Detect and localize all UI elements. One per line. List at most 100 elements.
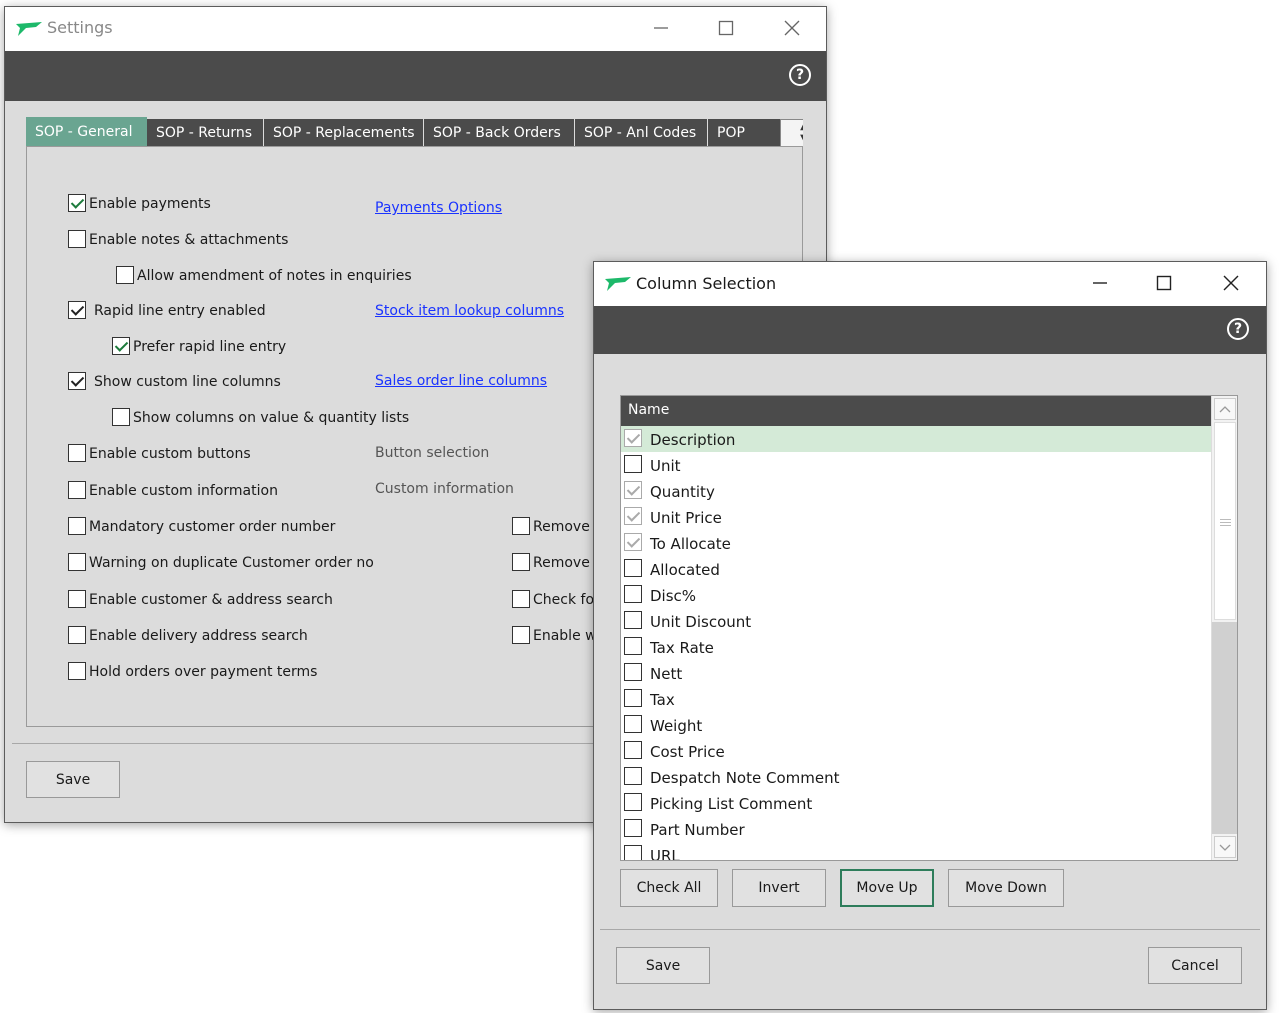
option-show-custom-line-columns[interactable]: Show custom line columns xyxy=(68,371,281,393)
checkbox[interactable] xyxy=(68,371,86,390)
checkbox[interactable] xyxy=(624,611,642,629)
checkbox[interactable] xyxy=(68,443,86,462)
option-enable-notes-attachments[interactable]: Enable notes & attachments xyxy=(68,229,288,251)
checkbox[interactable] xyxy=(624,819,642,837)
checkbox[interactable] xyxy=(624,845,642,860)
option-enable-customer-address-search[interactable]: Enable customer & address search xyxy=(68,589,333,611)
option-remove-2[interactable]: Remove xyxy=(512,552,590,574)
checkbox[interactable] xyxy=(624,637,642,655)
checkbox[interactable] xyxy=(624,559,642,577)
checkbox[interactable] xyxy=(68,193,86,212)
stock-item-lookup-columns-link[interactable]: Stock item lookup columns xyxy=(375,303,564,319)
tab-pop[interactable]: POP xyxy=(708,119,780,147)
checkbox[interactable] xyxy=(68,480,86,499)
chevron-up-icon[interactable]: ▲ xyxy=(781,121,803,133)
move-up-button[interactable]: Move Up xyxy=(840,869,934,907)
checkbox[interactable] xyxy=(68,516,86,535)
tab-sop-returns[interactable]: SOP - Returns xyxy=(147,119,263,147)
list-item[interactable]: Cost Price xyxy=(621,738,1211,764)
checkbox[interactable] xyxy=(624,741,642,759)
option-mandatory-customer-order-number[interactable]: Mandatory customer order number xyxy=(68,516,335,538)
checkbox[interactable] xyxy=(512,625,530,644)
list-item[interactable]: Picking List Comment xyxy=(621,790,1211,816)
list-item[interactable]: Quantity xyxy=(621,478,1211,504)
chevron-down-icon[interactable]: ▼ xyxy=(781,133,803,145)
option-enable-custom-buttons[interactable]: Enable custom buttons xyxy=(68,443,251,465)
list-item[interactable]: Unit xyxy=(621,452,1211,478)
scroll-up-icon[interactable] xyxy=(1214,398,1236,420)
checkbox[interactable] xyxy=(68,661,86,680)
tab-sop-back-orders[interactable]: SOP - Back Orders xyxy=(424,119,574,147)
scroll-down-icon[interactable] xyxy=(1214,836,1236,858)
list-item[interactable]: Disc% xyxy=(621,582,1211,608)
check-all-button[interactable]: Check All xyxy=(620,869,718,907)
list-item[interactable]: Nett xyxy=(621,660,1211,686)
column-list-header-name[interactable]: Name xyxy=(621,396,1211,426)
column-selection-save-button[interactable]: Save xyxy=(616,947,710,984)
list-item[interactable]: Despatch Note Comment xyxy=(621,764,1211,790)
checkbox[interactable] xyxy=(116,265,134,284)
list-item[interactable]: Unit Price xyxy=(621,504,1211,530)
column-selection-titlebar[interactable]: Column Selection xyxy=(594,262,1266,306)
checkbox[interactable] xyxy=(624,767,642,785)
sales-order-line-columns-link[interactable]: Sales order line columns xyxy=(375,373,547,389)
option-enable-delivery-address-search[interactable]: Enable delivery address search xyxy=(68,625,308,647)
list-item[interactable]: Weight xyxy=(621,712,1211,738)
option-enable-w[interactable]: Enable w xyxy=(512,625,597,647)
option-enable-custom-information[interactable]: Enable custom information xyxy=(68,480,278,502)
checkbox[interactable] xyxy=(68,589,86,608)
checkbox[interactable] xyxy=(512,589,530,608)
checkbox[interactable] xyxy=(512,552,530,571)
option-warning-duplicate-order-no[interactable]: Warning on duplicate Customer order no xyxy=(68,552,374,574)
list-item[interactable]: Tax Rate xyxy=(621,634,1211,660)
column-list-scrollbar[interactable] xyxy=(1211,396,1237,860)
option-allow-amendment-notes[interactable]: Allow amendment of notes in enquiries xyxy=(116,265,412,287)
option-prefer-rapid-line-entry[interactable]: Prefer rapid line entry xyxy=(112,336,286,358)
checkbox[interactable] xyxy=(624,585,642,603)
checkbox[interactable] xyxy=(624,689,642,707)
checkbox[interactable] xyxy=(112,407,130,426)
settings-titlebar[interactable]: Settings xyxy=(5,7,826,51)
option-enable-payments[interactable]: Enable payments xyxy=(68,193,211,215)
checkbox[interactable] xyxy=(68,229,86,248)
list-item[interactable]: Allocated xyxy=(621,556,1211,582)
option-remove-1[interactable]: Remove xyxy=(512,516,590,538)
checkbox[interactable] xyxy=(68,625,86,644)
column-selection-cancel-button[interactable]: Cancel xyxy=(1148,947,1242,984)
maximize-icon[interactable] xyxy=(711,13,741,43)
checkbox[interactable] xyxy=(624,793,642,811)
list-item[interactable]: To Allocate xyxy=(621,530,1211,556)
close-icon[interactable] xyxy=(777,13,807,43)
tab-sop-replacements[interactable]: SOP - Replacements xyxy=(264,119,423,147)
tab-scroll-arrows[interactable]: ▲ ▼ xyxy=(780,119,803,147)
scroll-thumb[interactable] xyxy=(1214,422,1236,620)
scroll-track[interactable] xyxy=(1212,622,1237,834)
option-hold-orders-payment-terms[interactable]: Hold orders over payment terms xyxy=(68,661,317,683)
checkbox[interactable] xyxy=(624,455,642,473)
help-icon[interactable]: ? xyxy=(789,64,811,86)
option-show-columns-value-quantity[interactable]: Show columns on value & quantity lists xyxy=(112,407,409,429)
close-icon[interactable] xyxy=(1216,268,1246,298)
minimize-icon[interactable] xyxy=(1085,268,1115,298)
list-item[interactable]: Tax xyxy=(621,686,1211,712)
tab-sop-anl-codes[interactable]: SOP - Anl Codes xyxy=(575,119,707,147)
list-item[interactable]: URL xyxy=(621,842,1211,860)
checkbox[interactable] xyxy=(512,516,530,535)
checkbox[interactable] xyxy=(624,715,642,733)
minimize-icon[interactable] xyxy=(646,13,676,43)
option-rapid-line-entry[interactable]: Rapid line entry enabled xyxy=(68,300,266,322)
list-item[interactable]: Part Number xyxy=(621,816,1211,842)
list-item[interactable]: Unit Discount xyxy=(621,608,1211,634)
checkbox[interactable] xyxy=(68,552,86,571)
list-item[interactable]: Description xyxy=(621,426,1211,452)
invert-button[interactable]: Invert xyxy=(732,869,826,907)
checkbox[interactable] xyxy=(68,300,86,319)
move-down-button[interactable]: Move Down xyxy=(948,869,1064,907)
maximize-icon[interactable] xyxy=(1149,268,1179,298)
checkbox[interactable] xyxy=(112,336,130,355)
payments-options-link[interactable]: Payments Options xyxy=(375,200,502,216)
tab-sop-general[interactable]: SOP - General xyxy=(26,117,147,147)
settings-save-button[interactable]: Save xyxy=(26,761,120,798)
help-icon[interactable]: ? xyxy=(1227,318,1249,340)
checkbox[interactable] xyxy=(624,663,642,681)
